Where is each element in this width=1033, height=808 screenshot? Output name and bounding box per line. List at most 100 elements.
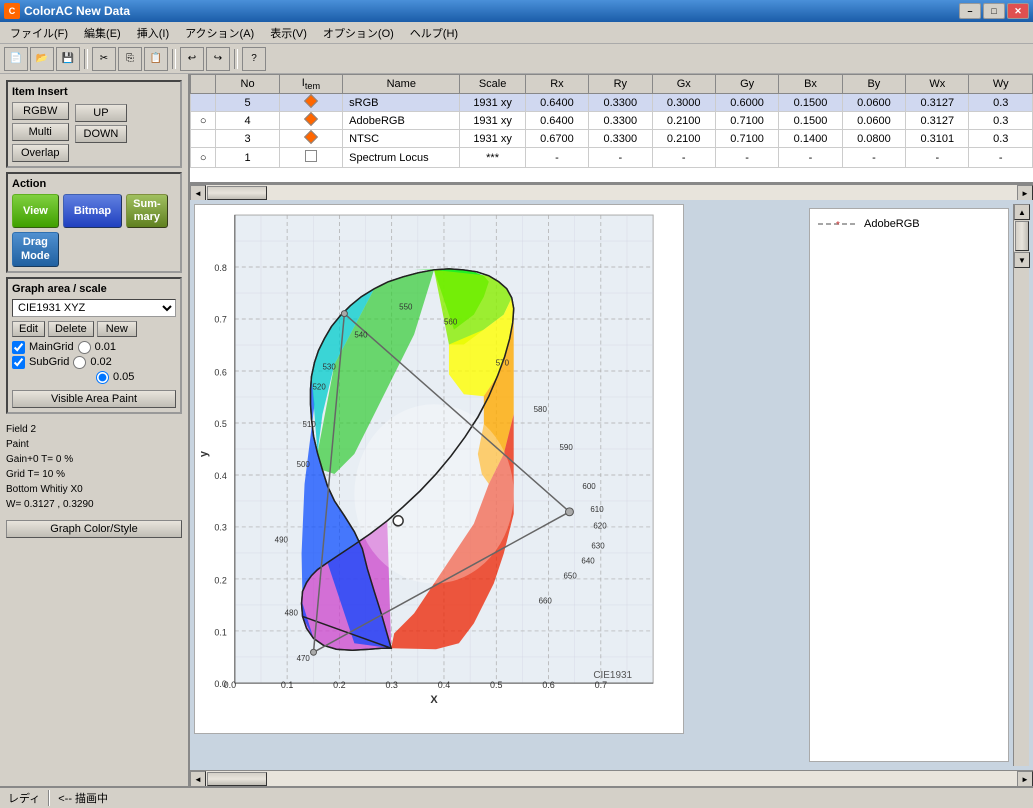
svg-text:570: 570: [496, 358, 510, 367]
visible-area-paint-button[interactable]: Visible Area Paint: [12, 390, 176, 408]
item-color-icon: [304, 130, 318, 144]
vscroll-thumb[interactable]: [1015, 221, 1029, 251]
field-info: Field 2 Paint Gain+0 T= 0 % Grid T= 10 %…: [6, 422, 182, 512]
paste-button[interactable]: 📋: [144, 47, 168, 71]
graph-color-style-button[interactable]: Graph Color/Style: [6, 520, 182, 538]
new-button[interactable]: New: [97, 321, 137, 337]
bottom-info: Bottom Whitiy X0: [6, 482, 182, 497]
menu-action[interactable]: アクション(A): [177, 23, 262, 43]
row-bx: 0.1500: [779, 112, 842, 130]
undo-button[interactable]: ↩: [180, 47, 204, 71]
summary-button[interactable]: Sum-mary: [126, 194, 168, 228]
table-row[interactable]: ○1Spectrum Locus***--------: [191, 148, 1033, 168]
col-scale: Scale: [460, 75, 525, 94]
status-center: <-- 描画中: [58, 790, 108, 806]
drag-mode-button[interactable]: DragMode: [12, 232, 59, 266]
grid-options: MainGrid 0.01 SubGrid 0.02 0.05: [12, 341, 176, 384]
table-hscroll-thumb[interactable]: [207, 186, 267, 200]
svg-text:500: 500: [297, 460, 311, 469]
row-scale: 1931 xy: [460, 112, 525, 130]
table-row[interactable]: 3NTSC1931 xy0.67000.33000.21000.71000.14…: [191, 130, 1033, 148]
menu-help[interactable]: ヘルプ(H): [402, 23, 466, 43]
table-hscroll[interactable]: ◄ ►: [190, 184, 1033, 200]
up-button[interactable]: UP: [75, 104, 128, 122]
vscroll-down-button[interactable]: ▼: [1014, 252, 1030, 268]
vscroll-up-button[interactable]: ▲: [1014, 204, 1030, 220]
cie-chart[interactable]: 470 480 490 500 510 520 530: [194, 204, 684, 734]
maximize-button[interactable]: □: [983, 3, 1005, 19]
row-gx: 0.3000: [652, 94, 715, 112]
svg-text:650: 650: [563, 572, 577, 581]
table-hscroll-left[interactable]: ◄: [190, 185, 206, 201]
toolbar-separator-1: [84, 49, 88, 69]
row-item: [279, 94, 342, 112]
row-by: 0.0600: [842, 94, 905, 112]
menu-file[interactable]: ファイル(F): [2, 23, 76, 43]
row-by: -: [842, 148, 905, 168]
row-select-indicator: [191, 94, 216, 112]
row-item: [279, 148, 342, 168]
copy-button[interactable]: ⎘: [118, 47, 142, 71]
svg-text:600: 600: [582, 482, 596, 491]
row-bx: 0.1400: [779, 130, 842, 148]
title-text: ColorAC New Data: [24, 4, 959, 18]
menu-view[interactable]: 表示(V): [262, 23, 315, 43]
help-button[interactable]: ?: [242, 47, 266, 71]
row-name: Spectrum Locus: [343, 148, 460, 168]
redo-button[interactable]: ↪: [206, 47, 230, 71]
multi-button[interactable]: Multi: [12, 123, 69, 141]
graph-hscroll-left[interactable]: ◄: [190, 771, 206, 786]
view-button[interactable]: View: [12, 194, 59, 228]
chart-wrapper: 470 480 490 500 510 520 530: [194, 204, 805, 766]
table-hscroll-track[interactable]: [206, 185, 1017, 200]
row-wy: 0.3: [969, 112, 1033, 130]
graph-hscroll-track[interactable]: [206, 771, 1017, 786]
svg-text:0.0: 0.0: [214, 679, 226, 689]
row-name: AdobeRGB: [343, 112, 460, 130]
graph-hscroll-thumb[interactable]: [207, 772, 267, 786]
table-hscroll-right[interactable]: ►: [1017, 185, 1033, 201]
svg-text:620: 620: [593, 522, 607, 531]
down-button[interactable]: DOWN: [75, 125, 128, 143]
row-wx: 0.3127: [906, 112, 969, 130]
close-button[interactable]: ✕: [1007, 3, 1029, 19]
vscroll-track[interactable]: [1014, 221, 1029, 251]
menubar: ファイル(F) 編集(E) 挿入(I) アクション(A) 表示(V) オプション…: [0, 22, 1033, 44]
svg-text:470: 470: [297, 654, 311, 663]
graph-hscroll-right[interactable]: ►: [1017, 771, 1033, 786]
table-row[interactable]: 5sRGB1931 xy0.64000.33000.30000.60000.15…: [191, 94, 1033, 112]
delete-button[interactable]: Delete: [48, 321, 94, 337]
legend-item-adobergb: * AdobeRGB: [818, 217, 1000, 231]
bitmap-button[interactable]: Bitmap: [63, 194, 122, 228]
overlap-button[interactable]: Overlap: [12, 144, 69, 162]
main-grid-checkbox[interactable]: [12, 341, 25, 354]
main-grid-label: MainGrid: [29, 341, 74, 353]
row-gy: 0.7100: [715, 112, 778, 130]
svg-text:510: 510: [303, 420, 317, 429]
grid-radio-002[interactable]: [73, 356, 86, 369]
menu-edit[interactable]: 編集(E): [76, 23, 129, 43]
grid-radio-001[interactable]: [78, 341, 91, 354]
menu-options[interactable]: オプション(O): [315, 23, 402, 43]
graph-scale-dropdown[interactable]: CIE1931 XYZ CIE1976 uv CIE1931 xy: [12, 299, 176, 317]
svg-text:X: X: [430, 694, 438, 706]
table-row[interactable]: ○4AdobeRGB1931 xy0.64000.33000.21000.710…: [191, 112, 1033, 130]
item-color-icon: [304, 94, 318, 108]
field-name: Field 2: [6, 422, 182, 437]
edit-button[interactable]: Edit: [12, 321, 45, 337]
svg-text:0.3: 0.3: [385, 680, 397, 690]
open-file-button[interactable]: 📂: [30, 47, 54, 71]
sub-grid-checkbox[interactable]: [12, 356, 25, 369]
grid-radio-005[interactable]: [96, 371, 109, 384]
svg-text:480: 480: [285, 608, 299, 617]
graph-area: 470 480 490 500 510 520 530: [190, 200, 1033, 770]
save-file-button[interactable]: 💾: [56, 47, 80, 71]
cut-button[interactable]: ✂: [92, 47, 116, 71]
menu-insert[interactable]: 挿入(I): [129, 23, 177, 43]
new-file-button[interactable]: 📄: [4, 47, 28, 71]
row-scale: 1931 xy: [460, 130, 525, 148]
datatable-area: No Item Name Scale Rx Ry Gx Gy Bx By Wx …: [190, 74, 1033, 184]
rgbw-button[interactable]: RGBW: [12, 102, 69, 120]
minimize-button[interactable]: –: [959, 3, 981, 19]
row-wx: 0.3101: [906, 130, 969, 148]
